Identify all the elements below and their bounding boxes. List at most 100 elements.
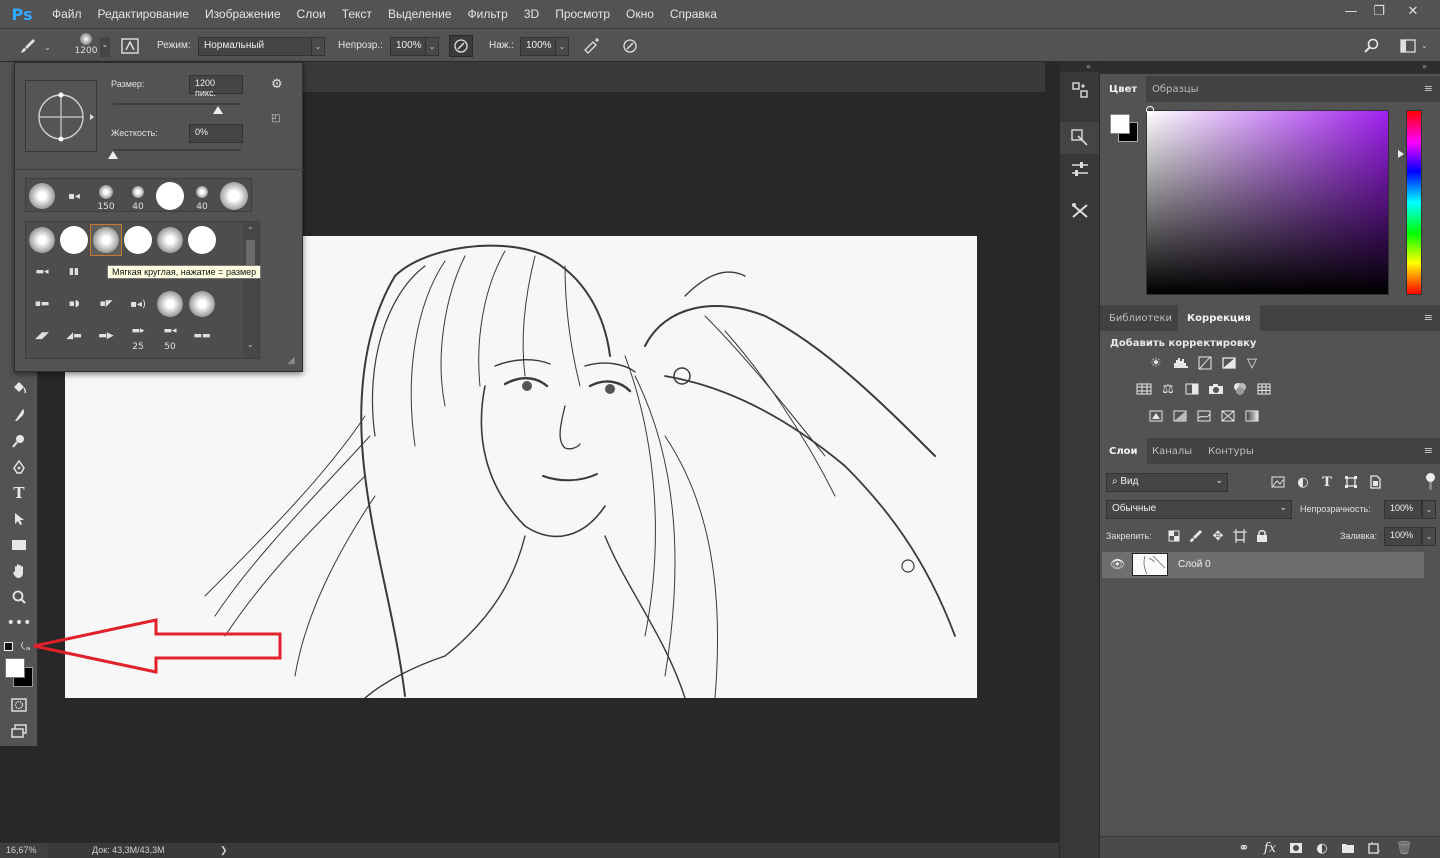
- grid-brush-tip-2-icon[interactable]: ▮▮: [58, 256, 90, 288]
- foreground-color-swatch[interactable]: [5, 658, 25, 678]
- menu-filter[interactable]: Фильтр: [460, 7, 516, 21]
- flow-input[interactable]: 100%: [520, 37, 556, 56]
- grid-brush-hard-3[interactable]: [186, 224, 218, 256]
- threshold-icon[interactable]: [1194, 407, 1214, 425]
- opacity-input[interactable]: 100%: [390, 37, 426, 56]
- color-field[interactable]: [1146, 110, 1389, 295]
- exposure-icon[interactable]: [1219, 354, 1239, 372]
- vibrance-icon[interactable]: ▽: [1242, 354, 1262, 372]
- photoshop-logo[interactable]: Ps: [0, 5, 44, 24]
- brush-grid-scrollbar[interactable]: ⌃ ⌄: [243, 222, 259, 358]
- lock-artboard-icon[interactable]: [1230, 527, 1250, 545]
- color-balance-icon[interactable]: ⚖: [1158, 380, 1178, 398]
- hardness-slider-track[interactable]: [113, 149, 241, 151]
- menu-select[interactable]: Выделение: [380, 7, 460, 21]
- opacity-chevron-icon[interactable]: ⌄: [425, 37, 439, 56]
- color-foreground-swatch[interactable]: [1110, 114, 1130, 134]
- hue-slider-marker[interactable]: [1398, 150, 1404, 158]
- levels-icon[interactable]: [1171, 354, 1191, 372]
- screen-mode-icon[interactable]: [7, 720, 31, 742]
- channel-mixer-icon[interactable]: [1230, 380, 1250, 398]
- lock-position-icon[interactable]: ✥: [1208, 527, 1228, 545]
- tab-color[interactable]: Цвет: [1100, 76, 1147, 102]
- brush-tool-icon[interactable]: [16, 35, 40, 57]
- swap-colors-icon[interactable]: ⤿: [21, 640, 30, 654]
- layer-opacity-chevron-icon[interactable]: ⌄: [1422, 500, 1436, 519]
- brush-hard-round[interactable]: [154, 180, 186, 212]
- photo-filter-icon[interactable]: [1206, 380, 1226, 398]
- menu-image[interactable]: Изображение: [197, 7, 289, 21]
- brush-soft-40[interactable]: 40: [122, 180, 154, 212]
- menu-help[interactable]: Справка: [662, 7, 725, 21]
- color-picker-ring[interactable]: [1146, 106, 1154, 114]
- filter-shape-icon[interactable]: [1341, 473, 1361, 491]
- blend-mode-select[interactable]: Обычные ⌄: [1106, 500, 1292, 519]
- workspace-icon[interactable]: [1396, 35, 1420, 57]
- lock-all-icon[interactable]: [1252, 527, 1272, 545]
- path-selection-tool-icon[interactable]: [7, 508, 31, 530]
- hardness-slider-thumb[interactable]: [108, 151, 118, 159]
- tab-libraries[interactable]: Библиотеки: [1100, 305, 1181, 331]
- layer-visibility-eye-icon[interactable]: 👁: [1110, 557, 1125, 571]
- size-pressure-icon[interactable]: [618, 35, 642, 57]
- filter-toggle[interactable]: [1420, 473, 1440, 491]
- tab-swatches[interactable]: Образцы: [1143, 76, 1208, 102]
- collapse-dock-icon[interactable]: «: [1086, 62, 1091, 71]
- opacity-pressure-icon[interactable]: [449, 35, 473, 57]
- menu-type[interactable]: Текст: [334, 7, 380, 21]
- grid-brush-soft-3[interactable]: [154, 288, 186, 320]
- zoom-tool-icon[interactable]: [7, 586, 31, 608]
- brush-soft-large[interactable]: [218, 180, 250, 212]
- mode-chevron-icon[interactable]: ⌄: [311, 37, 325, 56]
- grid-brush-tip-5-icon[interactable]: ▪◤: [90, 288, 122, 320]
- new-layer-icon[interactable]: [1364, 839, 1384, 857]
- color-panel-menu-icon[interactable]: ≡: [1424, 82, 1433, 95]
- close-button[interactable]: ✕: [1396, 0, 1430, 22]
- brush-angle-icon[interactable]: [26, 81, 98, 153]
- pen-tool-icon[interactable]: [7, 456, 31, 478]
- posterize-icon[interactable]: [1170, 407, 1190, 425]
- tab-adjustments[interactable]: Коррекция: [1178, 305, 1260, 331]
- size-input[interactable]: 1200 пикс.: [189, 75, 243, 98]
- flow-chevron-icon[interactable]: ⌄: [555, 37, 569, 56]
- restore-button[interactable]: ❐: [1362, 0, 1396, 22]
- layer-opacity-input[interactable]: 100%: [1384, 500, 1422, 519]
- gear-icon[interactable]: ⚙: [271, 77, 283, 92]
- history-panel-icon[interactable]: [1060, 75, 1100, 105]
- new-adjustment-layer-icon[interactable]: ◐: [1312, 839, 1332, 857]
- menu-file[interactable]: Файл: [44, 7, 90, 21]
- layer-style-fx-icon[interactable]: fx: [1260, 839, 1280, 857]
- properties-panel-icon[interactable]: [1060, 156, 1100, 182]
- hue-slider[interactable]: [1406, 110, 1422, 295]
- grid-brush-hard-2[interactable]: [122, 224, 154, 256]
- black-white-icon[interactable]: [1182, 380, 1202, 398]
- lock-transparent-icon[interactable]: [1164, 527, 1184, 545]
- quick-mask-icon[interactable]: [7, 694, 31, 716]
- gradient-map-icon[interactable]: [1242, 407, 1262, 425]
- filter-adjustment-icon[interactable]: ◐: [1293, 473, 1313, 491]
- tool-preset-chevron-icon[interactable]: ⌄: [44, 43, 51, 52]
- lock-pixels-icon[interactable]: [1186, 527, 1206, 545]
- tab-layers[interactable]: Слои: [1100, 438, 1147, 464]
- grid-brush-soft-2[interactable]: [154, 224, 186, 256]
- grid-brush-hard[interactable]: [58, 224, 90, 256]
- grid-brush-tip-6-icon[interactable]: ▪◂): [122, 288, 154, 320]
- invert-icon[interactable]: [1146, 407, 1166, 425]
- resize-grip-icon[interactable]: ◢: [287, 355, 295, 366]
- mode-select[interactable]: Нормальный: [198, 37, 312, 56]
- grid-brush-tip-3-icon[interactable]: ▪▬: [26, 288, 58, 320]
- grid-brush-50[interactable]: ▬◂ 50: [154, 320, 186, 352]
- menu-view[interactable]: Просмотр: [547, 7, 618, 21]
- size-slider-thumb[interactable]: [212, 106, 223, 114]
- fill-chevron-icon[interactable]: ⌄: [1422, 527, 1436, 546]
- more-tools-icon[interactable]: •••: [7, 612, 32, 634]
- tab-paths[interactable]: Контуры: [1199, 438, 1263, 464]
- adjust-panel-menu-icon[interactable]: ≡: [1424, 311, 1433, 324]
- default-colors-icon[interactable]: [4, 642, 13, 651]
- dodge-tool-icon[interactable]: [7, 430, 31, 452]
- delete-layer-icon[interactable]: 🗑: [1394, 839, 1414, 857]
- grid-brush-selected[interactable]: [90, 224, 122, 256]
- link-layers-icon[interactable]: ⚭: [1234, 839, 1254, 857]
- grid-brush-soft[interactable]: [26, 224, 58, 256]
- size-slider-track[interactable]: [113, 103, 241, 105]
